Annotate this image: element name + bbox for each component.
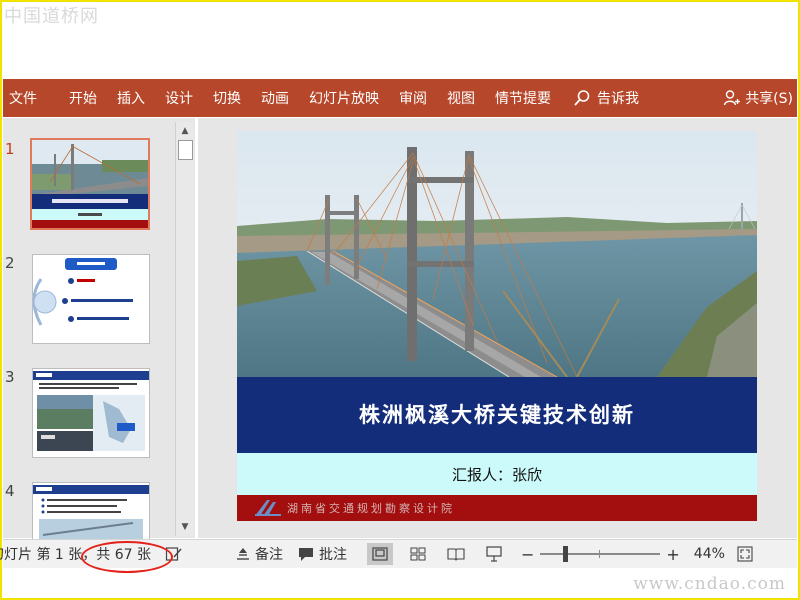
slide-subtitle-band: 汇报人：张欣 bbox=[237, 453, 757, 495]
organization-logo-icon bbox=[255, 500, 281, 516]
scrollbar-thumb[interactable] bbox=[178, 140, 193, 160]
zoom-slider-handle[interactable] bbox=[563, 546, 569, 562]
slide-sorter-view-button[interactable] bbox=[405, 543, 431, 565]
slide-thumbnail-1[interactable] bbox=[30, 138, 150, 230]
tab-file[interactable]: 文件 bbox=[3, 88, 47, 108]
slide-thumbnail-4[interactable] bbox=[32, 482, 150, 539]
slideshow-view-button[interactable] bbox=[481, 543, 507, 565]
slide-title-band: 株洲枫溪大桥关键技术创新 bbox=[237, 377, 757, 453]
slide-thumbnail-2[interactable] bbox=[32, 254, 150, 344]
slide-thumbnail-pane: 1 2 3 4 ▲ ▼ bbox=[3, 118, 195, 539]
tab-home[interactable]: 开始 bbox=[59, 88, 107, 108]
thumbnail-scrollbar[interactable]: ▲ ▼ bbox=[175, 122, 194, 536]
scroll-up-arrow-icon[interactable]: ▲ bbox=[178, 124, 192, 138]
share-button[interactable]: 共享(S) bbox=[723, 88, 797, 108]
reading-view-icon bbox=[447, 548, 465, 561]
current-slide[interactable]: 株洲枫溪大桥关键技术创新 汇报人：张欣 湖南省交通规划勘察设计院 bbox=[237, 131, 757, 521]
tab-design[interactable]: 设计 bbox=[155, 88, 203, 108]
reading-view-button[interactable] bbox=[443, 543, 469, 565]
slideshow-icon bbox=[486, 546, 502, 562]
thumbnail-row-1[interactable]: 1 bbox=[3, 138, 173, 230]
slide-editing-area: 株洲枫溪大桥关键技术创新 汇报人：张欣 湖南省交通规划勘察设计院 bbox=[198, 118, 797, 538]
tab-review[interactable]: 审阅 bbox=[389, 88, 437, 108]
slide-title[interactable]: 株洲枫溪大桥关键技术创新 bbox=[237, 399, 757, 429]
organization-name: 湖南省交通规划勘察设计院 bbox=[287, 502, 455, 515]
thumbnail-row-3[interactable]: 3 bbox=[3, 368, 173, 458]
add-person-icon bbox=[723, 90, 741, 106]
thumbnail-1-preview bbox=[32, 140, 148, 228]
thumbnail-number: 2 bbox=[5, 254, 15, 272]
search-icon bbox=[574, 90, 590, 106]
highlight-annotation-ellipse bbox=[81, 541, 173, 573]
notes-label: 备注 bbox=[254, 547, 283, 563]
tell-me-label: 告诉我 bbox=[597, 91, 639, 107]
thumbnail-4-preview bbox=[33, 483, 149, 539]
slide-presenter[interactable]: 汇报人：张欣 bbox=[237, 464, 757, 485]
tab-view[interactable]: 视图 bbox=[437, 88, 485, 108]
tab-insert[interactable]: 插入 bbox=[107, 88, 155, 108]
site-watermark-top: 中国道桥网 bbox=[4, 6, 99, 27]
slide-footer-band: 湖南省交通规划勘察设计院 bbox=[237, 495, 757, 521]
slide-thumbnail-3[interactable] bbox=[32, 368, 150, 458]
status-bar: 幻灯片 第 1 张，共 67 张 备注 批注 − + 44% bbox=[0, 539, 797, 573]
notes-icon bbox=[236, 548, 249, 560]
ribbon-tabs: 文件 开始 插入 设计 切换 动画 幻灯片放映 审阅 视图 情节提要 告诉我 共… bbox=[3, 79, 797, 117]
comment-icon bbox=[298, 548, 313, 561]
normal-view-icon bbox=[372, 547, 388, 561]
thumbnail-row-2[interactable]: 2 bbox=[3, 254, 173, 344]
zoom-slider[interactable] bbox=[540, 546, 661, 562]
zoom-in-button[interactable]: + bbox=[666, 545, 679, 564]
share-label: 共享(S) bbox=[745, 91, 793, 107]
tab-slideshow[interactable]: 幻灯片放映 bbox=[299, 88, 389, 108]
comments-label: 批注 bbox=[318, 547, 347, 563]
slide-sorter-icon bbox=[410, 547, 426, 561]
fit-to-window-button[interactable] bbox=[737, 546, 753, 562]
tab-transitions[interactable]: 切换 bbox=[203, 88, 251, 108]
comments-button[interactable]: 批注 bbox=[297, 544, 347, 564]
scroll-down-arrow-icon[interactable]: ▼ bbox=[178, 520, 192, 534]
zoom-out-button[interactable]: − bbox=[521, 545, 534, 564]
site-watermark-bottom: www.cndao.com bbox=[633, 574, 786, 594]
thumbnail-2-preview bbox=[33, 255, 149, 343]
normal-view-button[interactable] bbox=[366, 543, 393, 565]
thumbnail-number: 3 bbox=[5, 368, 15, 386]
fit-window-icon bbox=[737, 546, 753, 562]
tab-animations[interactable]: 动画 bbox=[251, 88, 299, 108]
notes-button[interactable]: 备注 bbox=[235, 544, 283, 564]
bridge-photo bbox=[237, 131, 757, 377]
zoom-level[interactable]: 44% bbox=[694, 546, 725, 562]
zoom-slider-center-tick bbox=[599, 550, 601, 558]
thumbnail-3-preview bbox=[33, 369, 149, 457]
tab-storyboarding[interactable]: 情节提要 bbox=[485, 88, 561, 108]
thumbnail-number: 4 bbox=[5, 482, 15, 500]
thumbnail-number: 1 bbox=[5, 140, 15, 158]
tell-me-box[interactable]: 告诉我 bbox=[573, 88, 639, 108]
